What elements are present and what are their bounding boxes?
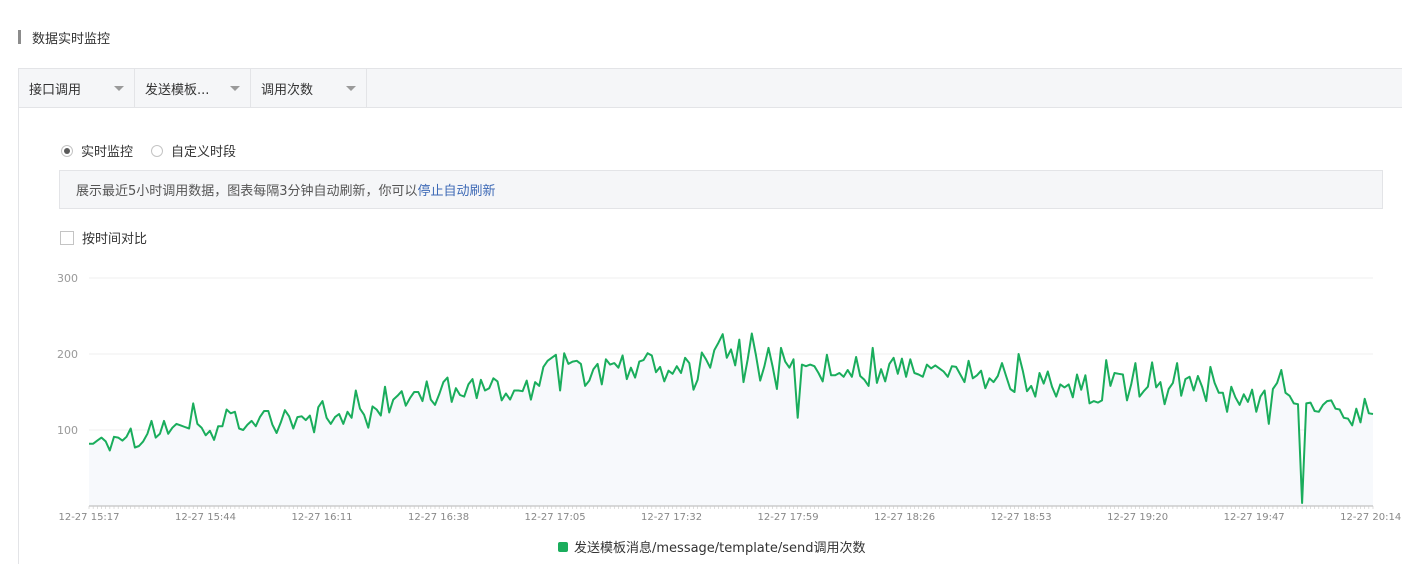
- legend-label: 发送模板消息/message/template/send调用次数: [574, 541, 866, 556]
- y-tick-label: 300: [57, 272, 78, 285]
- x-tick-label: 12-27 19:20: [1107, 512, 1168, 523]
- x-tick-label: 12-27 15:17: [58, 512, 119, 523]
- x-tick-label: 12-27 20:14: [1340, 512, 1401, 523]
- x-tick-label: 12-27 19:47: [1224, 512, 1285, 523]
- x-tick-label: 12-27 18:53: [991, 512, 1052, 523]
- x-tick-label: 12-27 17:05: [525, 512, 586, 523]
- x-tick-label: 12-27 18:26: [874, 512, 935, 523]
- y-tick-label: 100: [57, 424, 78, 437]
- x-tick-label: 12-27 16:38: [408, 512, 469, 523]
- x-tick-label: 12-27 17:32: [641, 512, 702, 523]
- legend-swatch: [558, 541, 568, 552]
- x-tick-label: 12-27 17:59: [758, 512, 819, 523]
- y-tick-label: 200: [57, 348, 78, 361]
- x-tick-label: 12-27 15:44: [175, 512, 236, 523]
- chart-legend[interactable]: 发送模板消息/message/template/send调用次数: [558, 537, 866, 556]
- line-chart: 100 200 300 12-27 15:17 12-27 15:44 12-27 16:…: [57, 272, 1401, 523]
- x-tick-label: 12-27 16:11: [291, 512, 352, 523]
